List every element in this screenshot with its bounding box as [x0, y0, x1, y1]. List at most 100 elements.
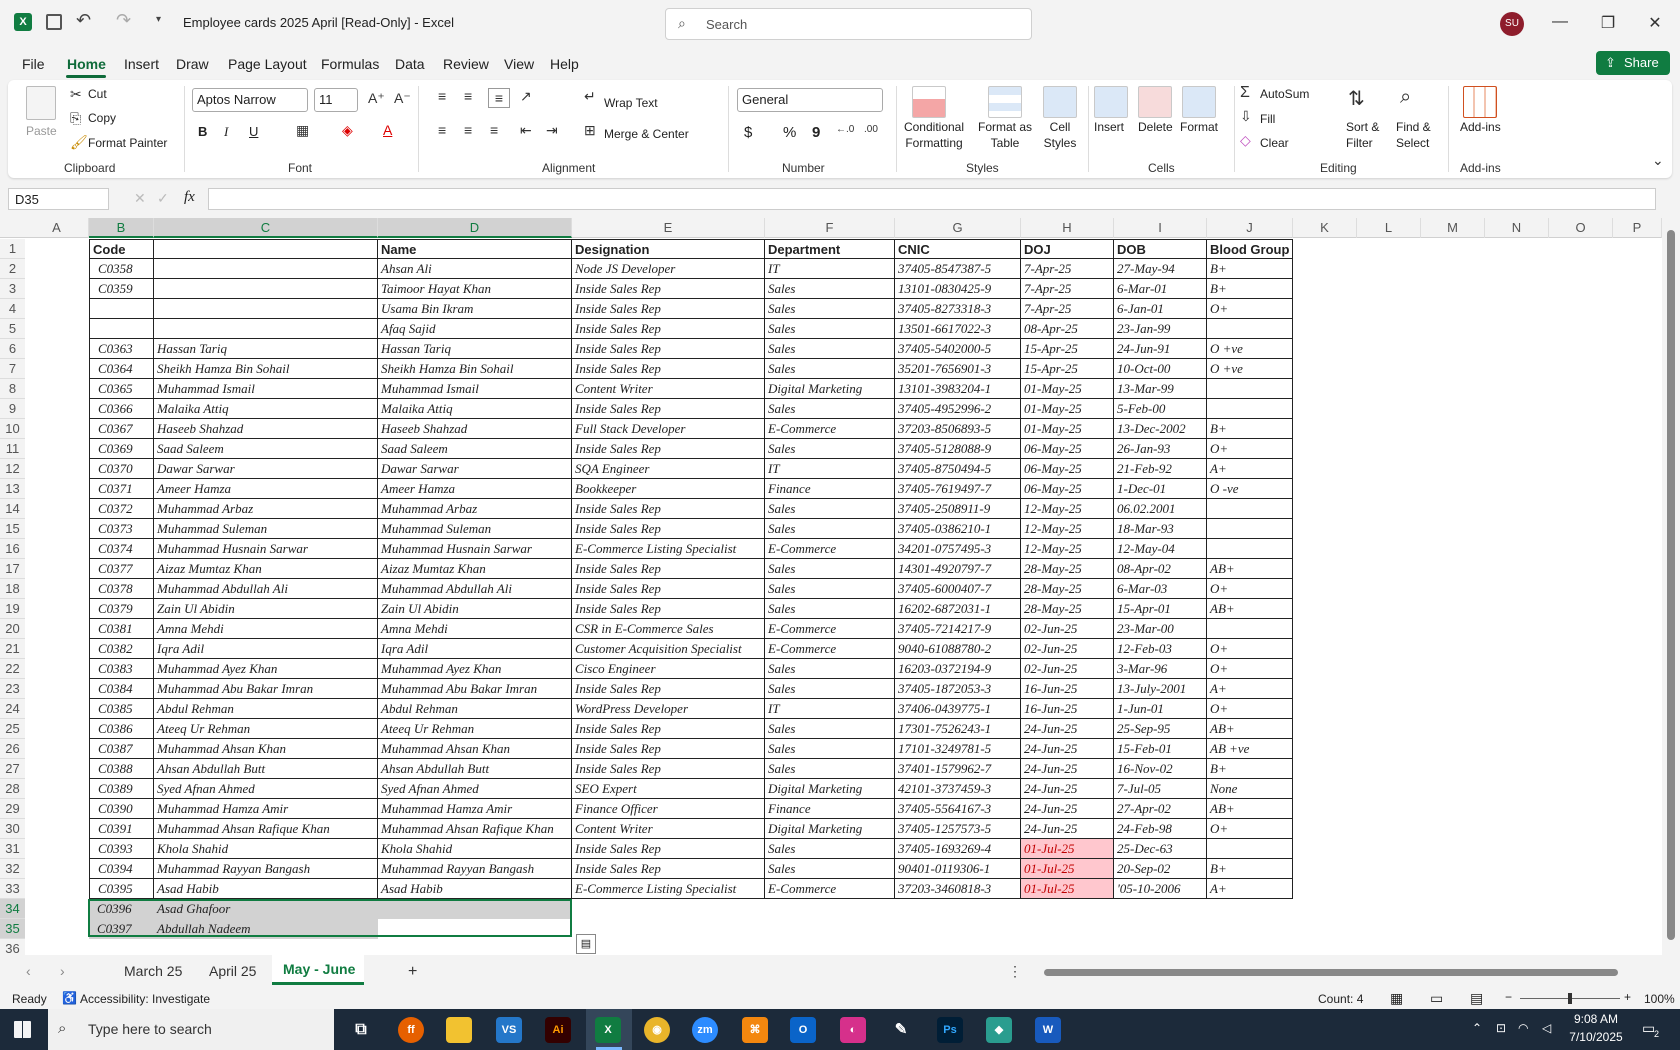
close-button[interactable]: ✕ [1645, 13, 1665, 33]
table-cell[interactable]: C0369 [89, 439, 154, 459]
table-cell[interactable]: O +ve [1207, 339, 1293, 359]
table-cell[interactable]: 25-Sep-95 [1114, 719, 1207, 739]
column-header-p[interactable]: P [1613, 218, 1662, 238]
table-cell[interactable] [765, 899, 895, 919]
row-header[interactable]: 11 [0, 439, 25, 459]
conditional-formatting-label-2[interactable]: Formatting [896, 136, 972, 150]
table-cell[interactable]: 06-May-25 [1021, 439, 1114, 459]
top-align-icon[interactable]: ≡ [438, 88, 446, 104]
table-cell[interactable]: SQA Engineer [572, 459, 765, 479]
table-cell[interactable]: 24-Jun-25 [1021, 799, 1114, 819]
table-cell[interactable]: Muhammad Husnain Sarwar [378, 539, 572, 559]
table-cell[interactable]: 6-Mar-03 [1114, 579, 1207, 599]
table-cell[interactable]: 02-Jun-25 [1021, 639, 1114, 659]
table-cell[interactable] [1114, 899, 1207, 919]
table-cell[interactable]: None [1207, 779, 1293, 799]
table-cell[interactable]: WordPress Developer [572, 699, 765, 719]
table-cell[interactable]: 7-Apr-25 [1021, 279, 1114, 299]
decrease-decimal-icon[interactable]: .00 [864, 124, 878, 135]
add-sheet-button[interactable]: + [408, 963, 417, 981]
table-cell[interactable]: 37405-0386210-1 [895, 519, 1021, 539]
zoom-app-icon[interactable]: zm [692, 1017, 718, 1043]
table-cell[interactable]: 10-Oct-00 [1114, 359, 1207, 379]
bottom-align-icon[interactable]: ≡ [488, 88, 510, 108]
table-cell[interactable]: Sales [765, 299, 895, 319]
table-cell[interactable]: O+ [1207, 699, 1293, 719]
table-cell[interactable] [1207, 619, 1293, 639]
column-header-h[interactable]: H [1021, 218, 1114, 238]
find-select-label[interactable]: Find & [1396, 120, 1431, 134]
table-cell[interactable] [154, 299, 378, 319]
table-cell[interactable] [1021, 899, 1114, 919]
table-cell[interactable]: 13101-3983204-1 [895, 379, 1021, 399]
table-cell[interactable]: Sales [765, 659, 895, 679]
table-cell[interactable]: Sheikh Hamza Bin Sohail [154, 359, 378, 379]
row-header[interactable]: 31 [0, 839, 25, 859]
column-header-b[interactable]: B [89, 218, 154, 238]
table-cell[interactable]: A+ [1207, 879, 1293, 899]
table-cell[interactable]: Muhammad Ahsan Khan [154, 739, 378, 759]
table-cell[interactable]: 12-May-25 [1021, 499, 1114, 519]
percent-button[interactable]: % [783, 124, 796, 141]
table-cell[interactable]: Sales [765, 719, 895, 739]
table-cell[interactable]: Inside Sales Rep [572, 439, 765, 459]
prev-sheet-icon[interactable]: ‹ [26, 963, 31, 979]
table-cell[interactable]: 28-May-25 [1021, 599, 1114, 619]
table-cell[interactable]: E-Commerce [765, 879, 895, 899]
tab-help[interactable]: Help [550, 56, 579, 72]
table-cell[interactable]: Iqra Adil [378, 639, 572, 659]
more-options-icon[interactable]: ⋮ [1008, 963, 1022, 980]
row-header[interactable]: 6 [0, 339, 25, 359]
middle-align-icon[interactable]: ≡ [464, 88, 472, 104]
table-cell[interactable]: Inside Sales Rep [572, 559, 765, 579]
table-cell[interactable]: Finance [765, 479, 895, 499]
table-cell[interactable]: Muhammad Ismail [378, 379, 572, 399]
table-cell[interactable]: Abdul Rehman [154, 699, 378, 719]
table-cell[interactable]: 7-Apr-25 [1021, 259, 1114, 279]
table-cell[interactable]: O+ [1207, 639, 1293, 659]
table-cell[interactable] [1207, 539, 1293, 559]
row-header[interactable]: 14 [0, 499, 25, 519]
table-cell[interactable]: Finance Officer [572, 799, 765, 819]
table-cell[interactable]: Muhammad Abdullah Ali [378, 579, 572, 599]
table-cell[interactable]: 27-Apr-02 [1114, 799, 1207, 819]
table-cell[interactable]: Customer Acquisition Specialist [572, 639, 765, 659]
font-name-select[interactable]: Aptos Narrow [192, 88, 308, 112]
table-cell[interactable]: A+ [1207, 459, 1293, 479]
table-cell[interactable]: Sales [765, 499, 895, 519]
table-cell[interactable]: C0373 [89, 519, 154, 539]
fill-icon[interactable]: ⇩ [1240, 108, 1252, 125]
wrap-text-button[interactable]: Wrap Text [604, 96, 658, 110]
align-center-icon[interactable]: ≡ [464, 122, 472, 138]
table-cell[interactable]: Inside Sales Rep [572, 719, 765, 739]
table-cell[interactable]: C0389 [89, 779, 154, 799]
table-cell[interactable]: 23-Jan-99 [1114, 319, 1207, 339]
sheet-tab-may-june[interactable]: May - June [283, 961, 355, 977]
table-cell[interactable]: C0370 [89, 459, 154, 479]
table-cell[interactable]: 12-May-25 [1021, 519, 1114, 539]
collapse-ribbon-icon[interactable]: ⌄ [1652, 152, 1664, 169]
user-avatar[interactable]: SU [1500, 12, 1524, 36]
table-cell[interactable]: Muhammad Abdullah Ali [154, 579, 378, 599]
table-cell[interactable]: E-Commerce [765, 419, 895, 439]
table-cell[interactable] [154, 239, 378, 259]
accessibility-status[interactable]: Accessibility: Investigate [80, 992, 210, 1006]
table-cell[interactable]: 15-Apr-25 [1021, 339, 1114, 359]
row-header[interactable]: 16 [0, 539, 25, 559]
table-cell[interactable]: B+ [1207, 259, 1293, 279]
table-cell[interactable]: 20-Sep-02 [1114, 859, 1207, 879]
currency-button[interactable]: $ [744, 124, 752, 141]
row-header[interactable]: 34 [0, 899, 25, 919]
table-cell[interactable] [1207, 379, 1293, 399]
clear-icon[interactable]: ◇ [1240, 132, 1251, 149]
table-cell[interactable]: 37405-1257573-5 [895, 819, 1021, 839]
fill-button[interactable]: Fill [1260, 112, 1275, 126]
autosum-button[interactable]: AutoSum [1260, 87, 1309, 101]
table-cell[interactable]: Sales [765, 739, 895, 759]
table-cell[interactable]: Iqra Adil [154, 639, 378, 659]
table-cell[interactable]: Inside Sales Rep [572, 739, 765, 759]
table-cell[interactable]: 24-Jun-25 [1021, 719, 1114, 739]
decrease-indent-icon[interactable]: ⇤ [520, 122, 532, 139]
table-cell[interactable]: Haseeb Shahzad [378, 419, 572, 439]
merge-center-button[interactable]: Merge & Center [604, 127, 689, 141]
